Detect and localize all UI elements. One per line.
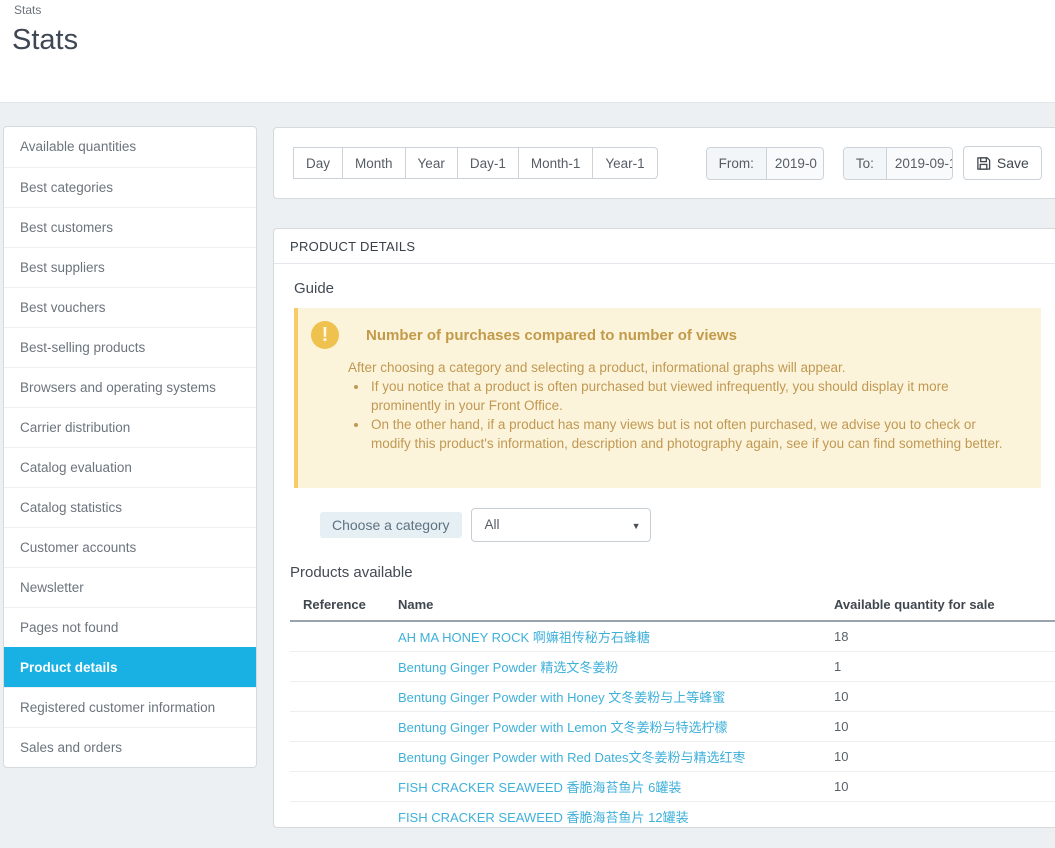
- cell-quantity: 10: [821, 711, 1055, 742]
- save-button[interactable]: Save: [962, 146, 1042, 180]
- product-name-link[interactable]: FISH CRACKER SEAWEED 香脆海苔鱼片 6罐装: [398, 780, 681, 795]
- period-button-group: Day Month Year Day-1 Month-1 Year-1: [293, 147, 658, 179]
- panel-title: PRODUCT DETAILS: [274, 229, 1055, 264]
- exclamation-circle-icon: !: [311, 321, 339, 349]
- cell-quantity: 18: [821, 621, 1055, 652]
- table-row: Bentung Ginger Powder 精选文冬姜粉 1: [290, 651, 1055, 682]
- category-select-value: All: [484, 517, 500, 532]
- cell-reference: [290, 651, 385, 682]
- cell-reference: [290, 621, 385, 652]
- date-from-input[interactable]: 2019-0: [766, 146, 824, 180]
- product-details-panel: PRODUCT DETAILS Guide ! Number of purcha…: [273, 228, 1055, 832]
- caret-down-icon: ▼: [631, 521, 641, 531]
- sidebar-item[interactable]: Sales and orders: [4, 727, 256, 767]
- date-range-toolbar: Day Month Year Day-1 Month-1 Year-1 From…: [273, 127, 1055, 199]
- date-from-group: From: 2019-0: [705, 146, 824, 180]
- sidebar-item[interactable]: Catalog statistics: [4, 487, 256, 527]
- period-button[interactable]: Day-1: [456, 147, 519, 179]
- sidebar-item[interactable]: Best-selling products: [4, 327, 256, 367]
- sidebar-item[interactable]: Registered customer information: [4, 687, 256, 727]
- sidebar-item[interactable]: Pages not found: [4, 607, 256, 647]
- column-available-quantity: Available quantity for sale: [821, 591, 1055, 622]
- cell-quantity: 10: [821, 771, 1055, 802]
- sidebar-item[interactable]: Catalog evaluation: [4, 447, 256, 487]
- sidebar-item[interactable]: Best categories: [4, 167, 256, 207]
- date-to-input[interactable]: 2019-09-1: [886, 146, 953, 180]
- period-button[interactable]: Year-1: [592, 147, 658, 179]
- table-row: Bentung Ginger Powder with Honey 文冬姜粉与上等…: [290, 681, 1055, 712]
- breadcrumb: Stats: [14, 3, 42, 17]
- product-name-link[interactable]: Bentung Ginger Powder with Lemon 文冬姜粉与特选…: [398, 720, 727, 735]
- cell-reference: [290, 711, 385, 742]
- panel-body: Guide ! Number of purchases compared to …: [274, 264, 1055, 848]
- products-table: Reference Name Available quantity for sa…: [290, 591, 1055, 832]
- category-select[interactable]: All ▼: [470, 508, 651, 542]
- cell-reference: [290, 681, 385, 712]
- period-button[interactable]: Year: [404, 147, 458, 179]
- product-name-link[interactable]: AH MA HONEY ROCK 啊嫲祖传秘方石蜂糖: [398, 630, 650, 645]
- sidebar-item[interactable]: Best suppliers: [4, 247, 256, 287]
- date-from-label: From:: [705, 146, 767, 180]
- guide-heading: Guide: [294, 280, 335, 297]
- save-button-label: Save: [996, 155, 1029, 171]
- cell-reference: [290, 771, 385, 802]
- sidebar-item[interactable]: Available quantities: [4, 127, 256, 167]
- date-to-group: To: 2019-09-1: [842, 146, 953, 180]
- date-to-label: To:: [842, 146, 887, 180]
- table-row: Bentung Ginger Powder with Lemon 文冬姜粉与特选…: [290, 711, 1055, 742]
- column-reference: Reference: [290, 591, 385, 622]
- period-button[interactable]: Day: [293, 147, 344, 179]
- notice-title: Number of purchases compared to number o…: [366, 327, 737, 344]
- column-name: Name: [385, 591, 821, 622]
- cell-reference: [290, 801, 385, 832]
- table-row: FISH CRACKER SEAWEED 香脆海苔鱼片 6罐装 10: [290, 771, 1055, 802]
- notice-intro: After choosing a category and selecting …: [348, 360, 846, 375]
- page-header: Stats Stats: [0, 0, 1055, 103]
- products-table-header: Reference Name Available quantity for sa…: [290, 591, 1055, 622]
- products-available-heading: Products available: [290, 564, 413, 581]
- product-name-link[interactable]: Bentung Ginger Powder 精选文冬姜粉: [398, 660, 618, 675]
- sidebar-item[interactable]: Customer accounts: [4, 527, 256, 567]
- notice-bullet-list: If you notice that a product is often pu…: [352, 377, 1009, 453]
- save-icon: [976, 156, 991, 171]
- category-chooser-row: Choose a category All ▼: [320, 508, 1055, 542]
- notice-bullet: If you notice that a product is often pu…: [369, 377, 1009, 415]
- sidebar-item[interactable]: Product details: [4, 647, 256, 687]
- sidebar-item[interactable]: Best customers: [4, 207, 256, 247]
- period-button[interactable]: Month: [342, 147, 406, 179]
- product-name-link[interactable]: Bentung Ginger Powder with Red Dates文冬姜粉…: [398, 750, 746, 765]
- cell-quantity: 1: [821, 651, 1055, 682]
- table-row: FISH CRACKER SEAWEED 香脆海苔鱼片 12罐装: [290, 801, 1055, 832]
- sidebar-item[interactable]: Browsers and operating systems: [4, 367, 256, 407]
- cell-quantity: 10: [821, 681, 1055, 712]
- product-name-link[interactable]: FISH CRACKER SEAWEED 香脆海苔鱼片 12罐装: [398, 810, 689, 825]
- sidebar-item[interactable]: Best vouchers: [4, 287, 256, 327]
- cell-quantity: 10: [821, 741, 1055, 772]
- notice-body: After choosing a category and selecting …: [348, 358, 1009, 453]
- guide-notice-box: ! Number of purchases compared to number…: [294, 308, 1041, 488]
- product-name-link[interactable]: Bentung Ginger Powder with Honey 文冬姜粉与上等…: [398, 690, 725, 705]
- period-button[interactable]: Month-1: [517, 147, 594, 179]
- stats-sidebar: Available quantities Best categories Bes…: [3, 126, 257, 768]
- sidebar-item[interactable]: Newsletter: [4, 567, 256, 607]
- sidebar-item[interactable]: Carrier distribution: [4, 407, 256, 447]
- notice-bullet: On the other hand, if a product has many…: [369, 415, 1009, 453]
- page-title: Stats: [12, 24, 79, 56]
- table-row: Bentung Ginger Powder with Red Dates文冬姜粉…: [290, 741, 1055, 772]
- table-row: AH MA HONEY ROCK 啊嫲祖传秘方石蜂糖 18: [290, 621, 1055, 652]
- cell-quantity: [821, 801, 1055, 832]
- choose-category-label: Choose a category: [320, 512, 462, 538]
- cell-reference: [290, 741, 385, 772]
